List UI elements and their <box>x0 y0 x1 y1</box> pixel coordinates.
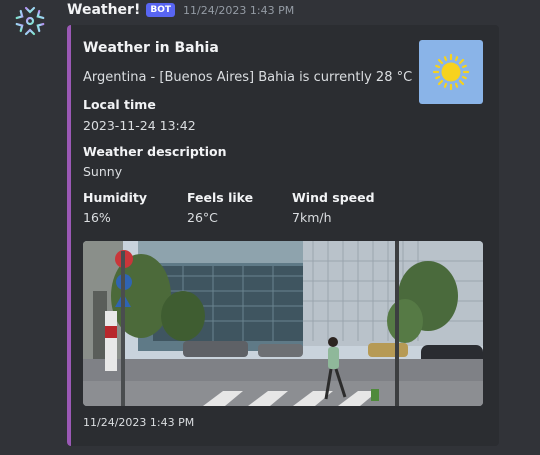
bot-avatar[interactable] <box>10 1 50 41</box>
field-name-feels-like: Feels like <box>187 190 254 205</box>
embed-description: Argentina - [Buenos Aires] Bahia is curr… <box>83 70 413 85</box>
field-name-humidity: Humidity <box>83 190 148 205</box>
field-value-weather-description: Sunny <box>83 164 123 179</box>
field-name-local-time: Local time <box>83 97 156 112</box>
field-name-wind-speed: Wind speed <box>292 190 375 205</box>
embed-footer: 11/24/2023 1:43 PM <box>83 416 195 429</box>
field-value-wind-speed: 7km/h <box>292 210 332 225</box>
message-header: Weather! BOT 11/24/2023 1:43 PM <box>67 2 294 18</box>
field-value-local-time: 2023-11-24 13:42 <box>83 118 196 133</box>
sun-icon <box>432 53 470 91</box>
city-street-photo-drawing <box>83 241 483 406</box>
weather-embed: Weather in Bahia Argentina - [Buenos Air… <box>67 25 499 446</box>
snowflake-icon <box>14 2 46 40</box>
city-street-photo[interactable] <box>83 241 483 406</box>
username[interactable]: Weather! <box>67 2 140 18</box>
message-timestamp: 11/24/2023 1:43 PM <box>183 3 295 17</box>
chat-message: Weather! BOT 11/24/2023 1:43 PM Weather … <box>0 0 540 455</box>
embed-thumbnail[interactable] <box>419 40 483 104</box>
bot-badge: BOT <box>146 3 175 17</box>
field-name-weather-description: Weather description <box>83 144 227 159</box>
field-value-feels-like: 26°C <box>187 210 218 225</box>
embed-title: Weather in Bahia <box>83 40 219 56</box>
field-value-humidity: 16% <box>83 210 111 225</box>
